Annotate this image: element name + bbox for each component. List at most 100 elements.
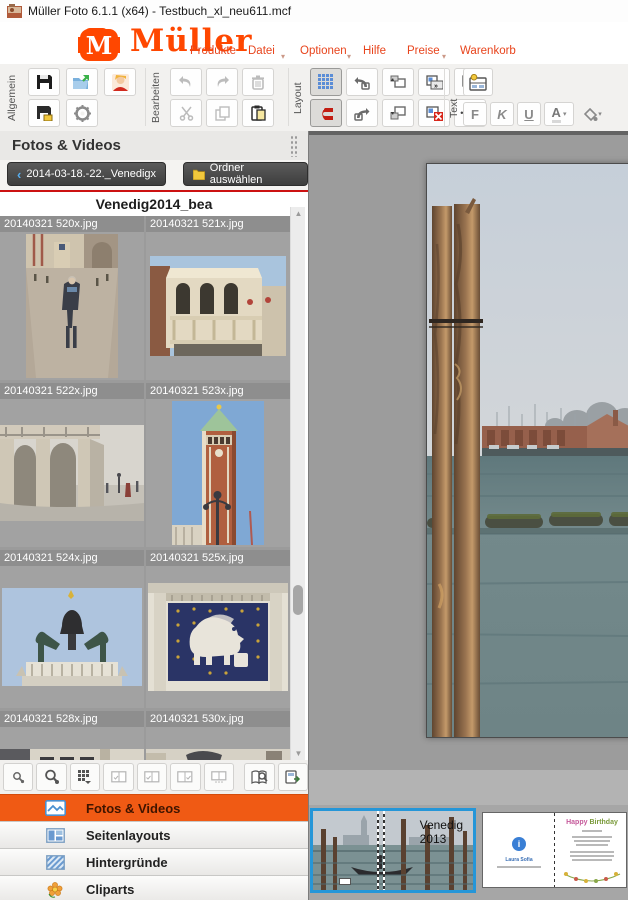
redo-button[interactable] [206,68,238,96]
bring-forward-button[interactable] [382,68,414,96]
svg-text:M: M [86,31,113,60]
save-button[interactable] [28,68,60,96]
photo-thumbnail-arcade [0,425,144,521]
insert-text-button[interactable] [463,68,493,96]
spread-next-button[interactable] [170,763,200,791]
photo-filename: 20140321 528x.jpg [0,711,144,727]
delete-layout-button[interactable] [418,99,450,127]
font-color-button[interactable]: A ▾ [544,102,574,126]
grid-toggle-button[interactable] [310,68,342,96]
flower-garland [562,868,622,886]
bring-forward-icon [390,75,406,89]
zoom-out-thumbnails-button[interactable] [3,763,33,791]
menu-datei[interactable]: Datei [248,45,275,57]
magnet-icon [319,105,333,121]
delete-button[interactable] [242,68,274,96]
panel-title: Fotos & Videos [0,137,121,154]
spine-fold-line [377,811,379,890]
paint-bucket-icon [584,108,598,121]
gear-icon [74,105,91,122]
photo-thumbnail-partial [146,749,290,760]
page-thumb-card[interactable]: i Laura Sofia Happy Birthday [482,812,627,888]
photo-cell[interactable]: 20140321 523x.jpg [146,383,290,547]
photos-icon [44,800,66,817]
cliparts-flower-icon [44,881,66,898]
book-page[interactable] [426,163,628,738]
photo-cell[interactable]: 20140321 530x.jpg [146,711,290,760]
caret-down-icon: ▾ [563,110,567,118]
spread-first-button[interactable] [103,763,133,791]
photo-cell[interactable]: 20140321 520x.jpg [0,216,144,380]
scroll-up-icon[interactable]: ▲ [291,209,306,218]
page-thumb-cover[interactable]: Venedig 2013 [310,808,476,893]
open-project-button[interactable] [66,68,98,96]
scroll-down-icon[interactable]: ▼ [291,749,306,758]
info-icon: i [512,837,526,851]
folder-back-button[interactable]: ‹ 2014-03-18.-22._Venedigx [7,162,166,186]
page-filmstrip: Venedig 2013 i Laura Sofia Happy Birthda… [309,805,628,900]
scissors-icon [179,106,194,121]
canvas-area[interactable]: Venedig 2013 i Laura Sofia Happy Birthda… [308,131,628,900]
app-icon [7,4,22,18]
folder-button-row: ‹ 2014-03-18.-22._Venedigx Ordner auswäh… [0,160,308,190]
apply-layout-all-button[interactable]: » [418,68,450,96]
scrollbar-thumb[interactable] [293,585,303,615]
export-button[interactable] [278,763,308,791]
snap-magnet-button[interactable] [310,99,342,127]
window-title: Müller Foto 6.1.1 (x64) - Testbuch_xl_ne… [28,4,291,18]
folder-icon [193,169,205,180]
view-mode-button[interactable] [70,763,100,791]
photo-cell[interactable]: 20140321 522x.jpg [0,383,144,547]
nav-cliparts[interactable]: Cliparts [0,875,308,900]
insert-text-icon [469,74,487,91]
font-color-label: A [552,105,561,123]
menu-hilfe[interactable]: Hilfe [363,45,386,57]
menu-optionen[interactable]: Optionen [300,45,347,57]
italic-button[interactable]: K [490,102,514,126]
camera-badge-icon [339,878,351,885]
nav-fotos-videos[interactable]: Fotos & Videos [0,794,308,821]
paste-button[interactable] [242,99,274,127]
magnifier-small-icon [12,771,25,784]
photo-thumbnail-library [150,256,286,356]
preview-book-button[interactable] [244,763,274,791]
photo-thumbnail-lion [148,583,288,691]
undo-button[interactable] [170,68,202,96]
chevron-left-icon: ‹ [17,168,21,181]
panel-grip-handle[interactable] [290,135,298,157]
rotate-left-button[interactable] [346,68,378,96]
settings-button[interactable] [66,99,98,127]
copy-button[interactable] [206,99,238,127]
underline-button[interactable]: U [517,102,541,126]
spread-prev-button[interactable] [137,763,167,791]
photo-cell[interactable]: 20140321 521x.jpg [146,216,290,380]
photo-thumbnail-piazza [26,234,118,378]
bold-button[interactable]: F [463,102,487,126]
menu-produkte[interactable]: Produkte [190,45,236,57]
cut-button[interactable] [170,99,202,127]
photo-thumbnail-partial [0,749,144,760]
save-as-button[interactable] [28,99,60,127]
nav-hintergruende[interactable]: Hintergründe [0,848,308,875]
fill-color-button[interactable]: ▾ [578,102,608,126]
photo-list-scrollbar[interactable]: ▲ ▼ [290,207,305,760]
canvas-top-edge [309,131,628,135]
zoom-in-thumbnails-button[interactable] [36,763,66,791]
photo-filename: 20140321 525x.jpg [146,550,290,566]
menu-warenkorb[interactable]: Warenkorb [460,45,516,57]
account-button[interactable] [104,68,136,96]
spread-overview-button[interactable] [204,763,234,791]
send-backward-button[interactable] [382,99,414,127]
photo-cell[interactable]: 20140321 528x.jpg [0,711,144,760]
photo-cell[interactable]: 20140321 525x.jpg [146,550,290,708]
backgrounds-icon [44,854,66,871]
rotate-right-button[interactable] [346,99,378,127]
photo-cell[interactable]: 20140321 524x.jpg [0,550,144,708]
open-folder-icon [73,75,91,90]
nav-seitenlayouts[interactable]: Seitenlayouts [0,821,308,848]
section-label-text: Text [448,90,462,126]
photo-grid: 20140321 520x.jpg [0,216,290,760]
choose-folder-button[interactable]: Ordner auswählen [183,162,308,186]
menu-preise[interactable]: Preise [407,45,440,57]
cover-title: Venedig 2013 [420,819,463,847]
